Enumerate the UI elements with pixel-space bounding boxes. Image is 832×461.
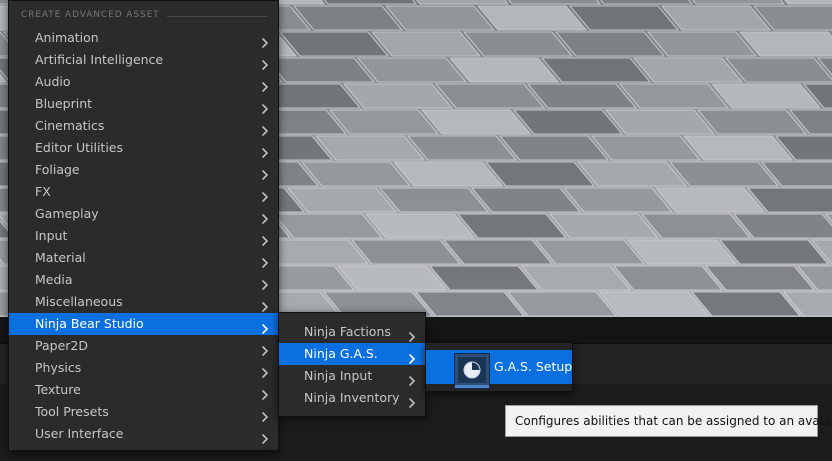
menu-item-label: FX xyxy=(35,184,51,199)
menu-item-label: Audio xyxy=(35,74,71,89)
menu-item-fx[interactable]: FX xyxy=(9,181,278,203)
menu-item-label: Physics xyxy=(35,360,82,375)
gas-setup-menu-item[interactable]: G.A.S. Setup xyxy=(426,350,573,389)
chevron-right-icon xyxy=(260,33,270,48)
menu-item-paper2d[interactable]: Paper2D xyxy=(9,335,278,357)
chevron-right-icon xyxy=(407,349,417,364)
submenu-item-label: Ninja G.A.S. xyxy=(304,346,378,361)
ninja-bear-studio-submenu: Ninja Factions Ninja G.A.S. Ninja Input Nin… xyxy=(278,312,426,417)
gas-setup-label: G.A.S. Setup xyxy=(494,359,573,374)
chevron-right-icon xyxy=(260,209,270,224)
chevron-right-icon xyxy=(260,99,270,114)
menu-item-tool-presets[interactable]: Tool Presets xyxy=(9,401,278,423)
create-advanced-asset-menu: CREATE ADVANCED ASSET Animation Artificia… xyxy=(8,0,279,451)
menu-item-label: Cinematics xyxy=(35,118,105,133)
submenu-item-label: Ninja Inventory xyxy=(304,390,400,405)
menu-item-texture[interactable]: Texture xyxy=(9,379,278,401)
menu-item-label: Blueprint xyxy=(35,96,93,111)
chevron-right-icon xyxy=(260,253,270,268)
data-asset-icon xyxy=(454,353,490,389)
menu-item-audio[interactable]: Audio xyxy=(9,71,278,93)
chevron-right-icon xyxy=(260,165,270,180)
menu-item-artificial-intelligence[interactable]: Artificial Intelligence xyxy=(9,49,278,71)
submenu-item-label: Ninja Input xyxy=(304,368,373,383)
menu-item-media[interactable]: Media xyxy=(9,269,278,291)
chevron-right-icon xyxy=(260,407,270,422)
asset-tooltip: Configures abilities that can be assigne… xyxy=(505,405,832,437)
submenu-item-ninja-factions[interactable]: Ninja Factions xyxy=(279,321,425,343)
menu-item-ninja-bear-studio[interactable]: Ninja Bear Studio xyxy=(9,313,278,335)
menu-item-label: Tool Presets xyxy=(35,404,109,419)
menu-item-label: Paper2D xyxy=(35,338,88,353)
chevron-right-icon xyxy=(407,327,417,342)
menu-item-label: Foliage xyxy=(35,162,80,177)
menu-item-gameplay[interactable]: Gameplay xyxy=(9,203,278,225)
menu-item-animation[interactable]: Animation xyxy=(9,27,278,49)
menu-item-user-interface[interactable]: User Interface xyxy=(9,423,278,445)
menu-item-editor-utilities[interactable]: Editor Utilities xyxy=(9,137,278,159)
chevron-right-icon xyxy=(260,275,270,290)
menu-item-material[interactable]: Material xyxy=(9,247,278,269)
menu-item-label: User Interface xyxy=(35,426,124,441)
menu-item-label: Gameplay xyxy=(35,206,99,221)
menu-item-label: Artificial Intelligence xyxy=(35,52,164,67)
menu-section-header: CREATE ADVANCED ASSET xyxy=(21,10,160,20)
menu-item-miscellaneous[interactable]: Miscellaneous xyxy=(9,291,278,313)
submenu-item-ninja-input[interactable]: Ninja Input xyxy=(279,365,425,387)
menu-header-divider xyxy=(167,16,267,17)
menu-item-label: Media xyxy=(35,272,73,287)
menu-item-label: Material xyxy=(35,250,86,265)
menu-item-label: Input xyxy=(35,228,68,243)
submenu-item-label: Ninja Factions xyxy=(304,324,391,339)
chevron-right-icon xyxy=(407,371,417,386)
chevron-right-icon xyxy=(260,77,270,92)
menu-item-label: Ninja Bear Studio xyxy=(35,316,144,331)
menu-item-cinematics[interactable]: Cinematics xyxy=(9,115,278,137)
chevron-right-icon xyxy=(260,429,270,444)
menu-item-foliage[interactable]: Foliage xyxy=(9,159,278,181)
menu-item-physics[interactable]: Physics xyxy=(9,357,278,379)
chevron-right-icon xyxy=(260,143,270,158)
chevron-right-icon xyxy=(260,231,270,246)
chevron-right-icon xyxy=(260,121,270,136)
chevron-right-icon xyxy=(407,393,417,408)
menu-item-label: Texture xyxy=(35,382,81,397)
submenu-item-ninja-inventory[interactable]: Ninja Inventory xyxy=(279,387,425,409)
chevron-right-icon xyxy=(260,363,270,378)
chevron-right-icon xyxy=(260,341,270,356)
submenu-item-ninja-g-a-s[interactable]: Ninja G.A.S. xyxy=(279,343,425,365)
menu-item-label: Editor Utilities xyxy=(35,140,124,155)
menu-item-blueprint[interactable]: Blueprint xyxy=(9,93,278,115)
chevron-right-icon xyxy=(260,385,270,400)
menu-item-input[interactable]: Input xyxy=(9,225,278,247)
menu-item-label: Miscellaneous xyxy=(35,294,123,309)
chevron-right-icon xyxy=(260,297,270,312)
chevron-right-icon xyxy=(260,187,270,202)
chevron-right-icon xyxy=(260,319,270,334)
menu-item-label: Animation xyxy=(35,30,99,45)
chevron-right-icon xyxy=(260,55,270,70)
ninja-gas-submenu: G.A.S. Setup xyxy=(425,342,573,392)
